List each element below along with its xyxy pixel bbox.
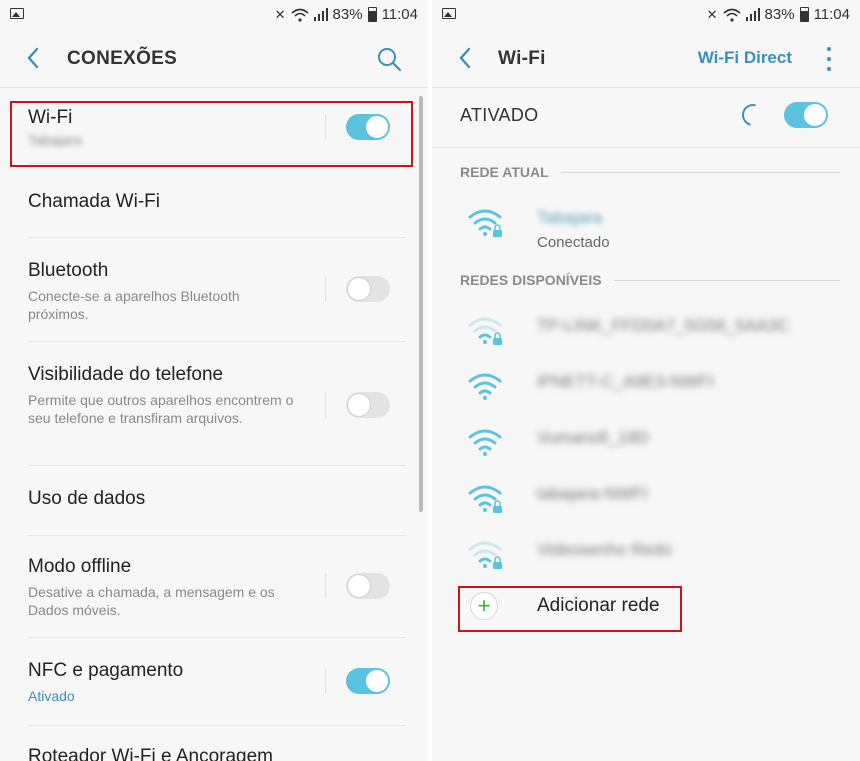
status-bar: ✕ 83% 11:04 — [432, 0, 860, 30]
battery-percent: 83% — [332, 6, 363, 23]
search-icon[interactable] — [376, 46, 402, 72]
wifi-weak-secured-icon — [468, 317, 502, 345]
wifi-weak-secured-icon — [468, 541, 502, 569]
available-network[interactable]: Videosenho Redo — [460, 532, 840, 588]
app-bar: CONEXÕES — [0, 30, 428, 88]
setting-airplane-mode[interactable]: Modo offline Desative a chamada, a mensa… — [28, 536, 406, 638]
page-title: Wi-Fi — [498, 48, 546, 69]
setting-title: Modo offline — [28, 556, 132, 577]
battery-percent: 83% — [764, 6, 795, 23]
network-name: TP-LINK_FFD0A7_5G56_5AA3C — [537, 316, 790, 335]
wifi-signal-icon — [723, 8, 741, 22]
wifi-open-icon — [468, 373, 502, 400]
visibility-toggle[interactable] — [346, 392, 390, 418]
setting-description: Permite que outros aparelhos encontrem o… — [28, 392, 294, 426]
toggle-knob — [347, 393, 371, 417]
scanning-spinner-icon — [737, 99, 769, 131]
setting-data-usage[interactable]: Uso de dados — [28, 466, 406, 536]
back-arrow-icon[interactable] — [450, 43, 480, 73]
status-icons: ✕ 83% 11:04 — [707, 6, 850, 23]
setting-title: Chamada Wi-Fi — [28, 191, 160, 212]
connections-screen: ✕ 83% 11:04 CONEXÕES Wi-Fi Tabajara Cham… — [0, 0, 428, 761]
section-title: REDE ATUAL — [460, 164, 549, 180]
status-bar: ✕ 83% 11:04 — [0, 0, 428, 30]
scrollbar[interactable] — [419, 96, 423, 512]
wifi-master-label: ATIVADO — [460, 105, 539, 125]
wifi-toggle[interactable] — [346, 114, 390, 140]
network-name: tabajara-NWFI — [537, 484, 648, 503]
network-status: Conectado — [537, 234, 610, 251]
divider — [325, 668, 326, 694]
section-rule — [613, 279, 840, 281]
image-notification-icon — [442, 8, 456, 19]
status-icons: ✕ 83% 11:04 — [275, 6, 418, 23]
wifi-open-icon — [468, 429, 502, 456]
airplane-mode-toggle[interactable] — [346, 573, 390, 599]
setting-description: Conecte-se a aparelhos Bluetooth próximo… — [28, 288, 240, 322]
setting-title: Uso de dados — [28, 488, 146, 509]
wifi-direct-button[interactable]: Wi-Fi Direct — [698, 48, 792, 68]
setting-bluetooth[interactable]: Bluetooth Conecte-se a aparelhos Bluetoo… — [28, 238, 406, 342]
wifi-master-toggle[interactable] — [784, 102, 828, 128]
setting-wifi[interactable]: Wi-Fi Tabajara — [28, 89, 406, 164]
plus-icon: + — [470, 592, 498, 620]
available-network[interactable]: TP-LINK_FFD0A7_5G56_5AA3C — [460, 308, 840, 364]
divider — [432, 147, 860, 148]
setting-status: Ativado — [28, 688, 75, 704]
bluetooth-toggle[interactable] — [346, 276, 390, 302]
nfc-toggle[interactable] — [346, 668, 390, 694]
mute-icon: ✕ — [274, 6, 286, 22]
available-network[interactable]: Vumanofi_18D — [460, 420, 840, 476]
setting-description: Desative a chamada, a mensagem e os Dado… — [28, 584, 275, 618]
section-header-available: REDES DISPONÍVEIS — [460, 272, 840, 288]
section-rule — [560, 171, 840, 173]
setting-wifi-calling[interactable]: Chamada Wi-Fi — [28, 164, 406, 238]
wifi-screen: ✕ 83% 11:04 Wi-Fi Wi-Fi Direct ATIVADO R… — [432, 0, 860, 761]
divider — [325, 392, 326, 418]
toggle-knob — [365, 669, 389, 693]
clock: 11:04 — [813, 6, 850, 23]
setting-phone-visibility[interactable]: Visibilidade do telefone Permite que out… — [28, 342, 406, 466]
back-arrow-icon[interactable] — [18, 43, 48, 73]
app-bar: Wi-Fi Wi-Fi Direct — [432, 30, 860, 88]
connected-network-name: Tabajara — [28, 132, 82, 148]
mute-icon: ✕ — [706, 6, 718, 22]
network-name: iPNETT-C_A9E3-NWFI — [537, 372, 714, 391]
toggle-knob — [347, 574, 371, 598]
battery-icon — [799, 7, 809, 22]
toggle-knob — [347, 277, 371, 301]
setting-title: Roteador Wi-Fi e Ancoragem — [28, 746, 273, 761]
more-options-icon[interactable] — [824, 47, 834, 71]
divider — [325, 114, 326, 140]
divider — [325, 573, 326, 599]
cell-signal-icon — [745, 8, 760, 21]
add-network-label: Adicionar rede — [537, 595, 660, 616]
network-name: Videosenho Redo — [537, 540, 672, 559]
clock: 11:04 — [381, 6, 418, 23]
wifi-secured-icon — [468, 209, 502, 237]
wifi-signal-icon — [291, 8, 309, 22]
settings-list: Wi-Fi Tabajara Chamada Wi-Fi Bluetooth C… — [0, 89, 420, 761]
cell-signal-icon — [313, 8, 328, 21]
section-title: REDES DISPONÍVEIS — [460, 272, 602, 288]
wifi-secured-icon — [468, 485, 502, 513]
available-network[interactable]: tabajara-NWFI — [460, 476, 840, 532]
available-network[interactable]: iPNETT-C_A9E3-NWFI — [460, 364, 840, 420]
image-notification-icon — [10, 8, 24, 19]
battery-icon — [367, 7, 377, 22]
section-header-current: REDE ATUAL — [460, 164, 840, 180]
divider — [325, 276, 326, 302]
setting-hotspot-tethering[interactable]: Roteador Wi-Fi e Ancoragem — [28, 726, 406, 761]
setting-title: Visibilidade do telefone — [28, 364, 224, 385]
toggle-knob — [803, 103, 827, 127]
setting-nfc-payment[interactable]: NFC e pagamento Ativado — [28, 638, 406, 726]
network-name: Tabajara — [537, 208, 603, 227]
setting-title: Bluetooth — [28, 260, 109, 281]
page-title: CONEXÕES — [67, 48, 178, 69]
add-network-button[interactable]: + Adicionar rede — [460, 588, 706, 628]
toggle-knob — [365, 115, 389, 139]
current-network[interactable]: Tabajara Conectado — [460, 200, 840, 256]
network-name: Vumanofi_18D — [537, 428, 649, 447]
